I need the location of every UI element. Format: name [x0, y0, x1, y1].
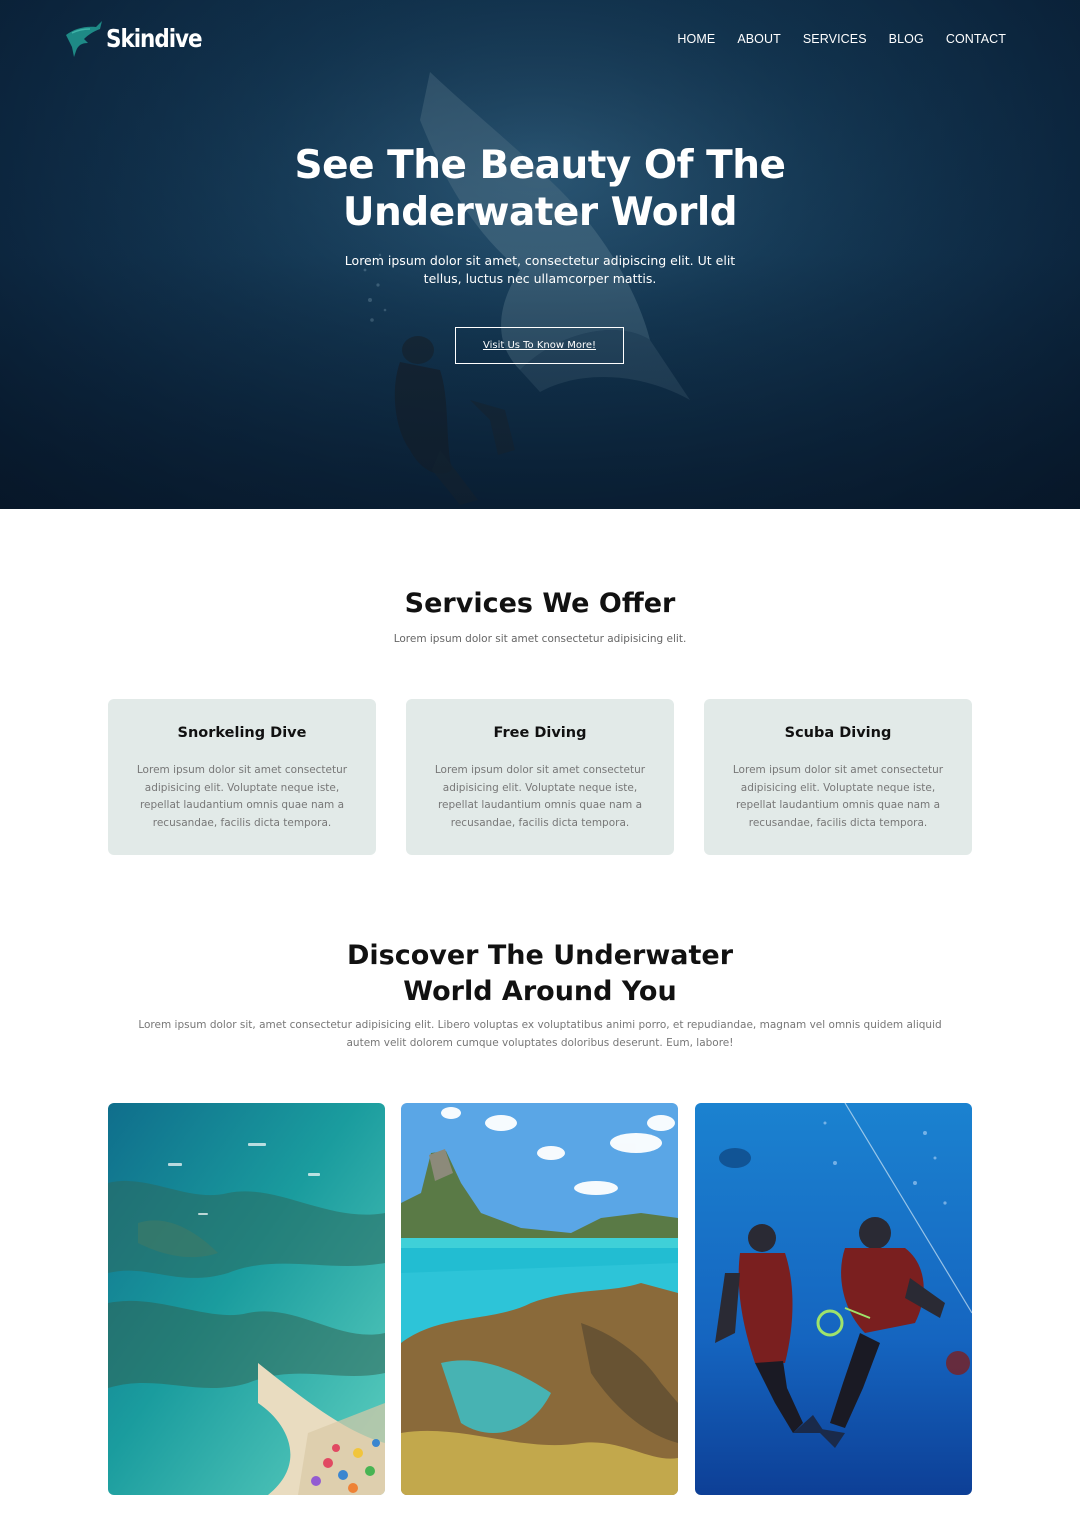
nav-about[interactable]: ABOUT [737, 32, 781, 46]
hero-subtitle-line-2: tellus, luctus nec ullamcorper mattis. [423, 270, 657, 286]
service-card-snorkeling[interactable]: Snorkeling Dive Lorem ipsum dolor sit am… [108, 699, 376, 855]
services-cards: Snorkeling Dive Lorem ipsum dolor sit am… [108, 699, 972, 855]
visit-us-button[interactable]: Visit Us To Know More! [455, 327, 624, 364]
discover-title-line-2: World Around You [403, 976, 677, 1007]
nav-home[interactable]: HOME [677, 32, 715, 46]
service-card-free-diving[interactable]: Free Diving Lorem ipsum dolor sit amet c… [406, 699, 674, 855]
hero-title: See The Beauty Of The Underwater World [0, 142, 1080, 236]
service-card-text: Lorem ipsum dolor sit amet consectetur a… [732, 764, 944, 829]
service-card-text: Lorem ipsum dolor sit amet consectetur a… [434, 764, 646, 829]
discover-text-line-2: autem velit dolorem cumque voluptates do… [346, 1036, 734, 1049]
service-card-title: Snorkeling Dive [177, 725, 307, 741]
main-nav: HOME ABOUT SERVICES BLOG CONTACT [655, 32, 1006, 46]
hero-subtitle: Lorem ipsum dolor sit amet, consectetur … [330, 252, 750, 287]
hero-subtitle-line-1: Lorem ipsum dolor sit amet, consectetur … [344, 253, 736, 268]
brand-logo[interactable]: Skindive [64, 16, 217, 60]
hero-section: Skindive HOME ABOUT SERVICES BLOG CONTAC… [0, 0, 1080, 509]
island-coast-photo[interactable] [401, 1103, 678, 1495]
service-card-title: Scuba Diving [784, 725, 892, 741]
hero-title-line-1: See The Beauty Of The [294, 143, 786, 188]
brand-name: Skindive [106, 23, 203, 53]
service-card-scuba-diving[interactable]: Scuba Diving Lorem ipsum dolor sit amet … [704, 699, 972, 855]
discover-text: Lorem ipsum dolor sit, amet consectetur … [108, 1017, 972, 1052]
shark-icon [66, 21, 102, 57]
hero-title-line-2: Underwater World [342, 190, 738, 235]
service-card-text: Lorem ipsum dolor sit amet consectetur a… [136, 764, 348, 829]
nav-blog[interactable]: BLOG [889, 32, 924, 46]
services-title: Services We Offer [404, 588, 676, 619]
discover-text-line-1: Lorem ipsum dolor sit, amet consectetur … [138, 1019, 942, 1031]
aerial-reef-photo[interactable] [108, 1103, 385, 1495]
discover-title: Discover The Underwater World Around You [0, 938, 1080, 1010]
scuba-divers-photo[interactable] [695, 1103, 972, 1495]
nav-contact[interactable]: CONTACT [946, 32, 1006, 46]
service-card-title: Free Diving [493, 725, 587, 741]
discover-title-line-1: Discover The Underwater [346, 940, 734, 971]
services-subtitle: Lorem ipsum dolor sit amet consectetur a… [393, 633, 687, 645]
nav-services[interactable]: SERVICES [803, 32, 867, 46]
